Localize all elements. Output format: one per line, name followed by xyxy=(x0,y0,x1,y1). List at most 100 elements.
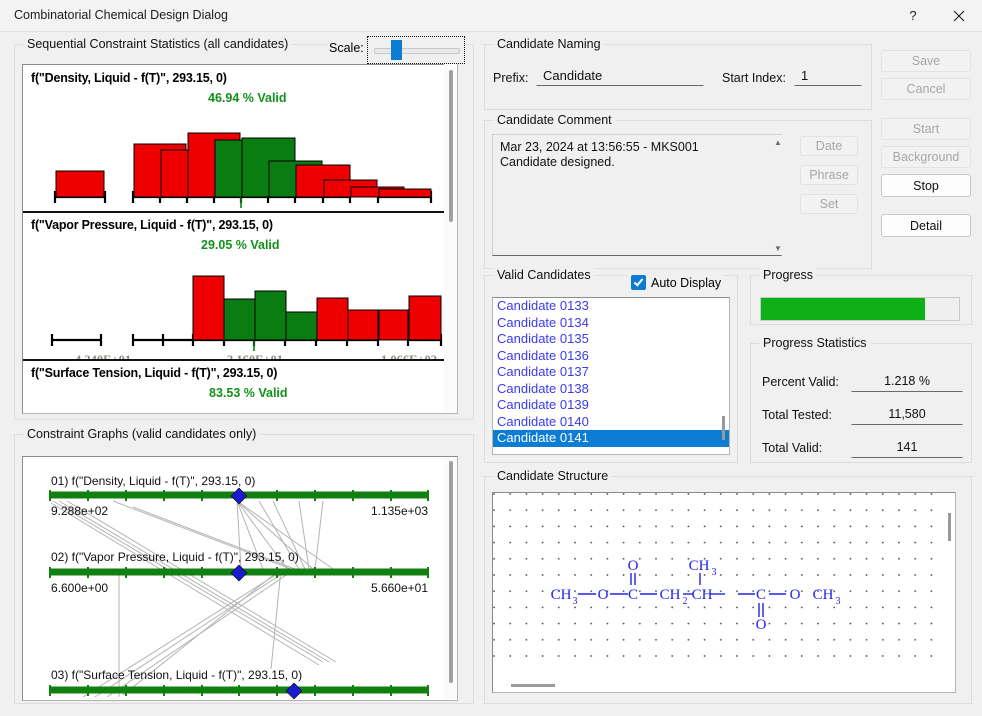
valid-candidates-legend: Valid Candidates xyxy=(493,268,595,282)
histogram-density: f("Density, Liquid - f(T)", 293.15, 0) 4… xyxy=(23,65,457,213)
constraint-graphs-svg: 01) f("Density, Liquid - f(T)", 293.15, … xyxy=(49,474,429,700)
valid-candidates-list[interactable]: Candidate 0133 Candidate 0134 Candidate … xyxy=(492,297,730,455)
phrase-button[interactable]: Phrase xyxy=(800,165,858,185)
total-tested-value: 11,580 xyxy=(851,403,963,425)
list-item-selected[interactable]: Candidate 0141 xyxy=(493,430,729,447)
prefix-input[interactable]: Candidate xyxy=(536,64,704,86)
scroll-down-icon[interactable]: ▼ xyxy=(773,243,783,253)
histogram-vapor-svg: -4.340E+01 3.160E+01 1.066E+02 xyxy=(50,275,443,360)
histogram-title: f("Density, Liquid - f(T)", 293.15, 0) xyxy=(31,71,227,85)
list-item[interactable]: Candidate 0138 xyxy=(493,381,729,398)
progress-statistics-legend: Progress Statistics xyxy=(759,336,871,350)
scale-label: Scale: xyxy=(327,41,366,55)
histogram-valid-percent: 46.94 % Valid xyxy=(208,91,287,105)
checkbox-check-icon[interactable] xyxy=(631,275,646,290)
atom-subscript: 3 xyxy=(712,567,717,578)
candidate-structure-legend: Candidate Structure xyxy=(493,469,613,483)
comment-scrollbar[interactable]: ▲ ▼ xyxy=(772,135,784,255)
histogram-valid-percent: 83.53 % Valid xyxy=(209,386,288,400)
comment-line-2: Candidate designed. xyxy=(500,155,615,169)
constraint-graph-min: 9.288e+02 xyxy=(51,504,108,518)
constraint-graphs-scrollbar[interactable] xyxy=(444,457,457,699)
progress-legend: Progress xyxy=(759,268,818,282)
atom-label: C xyxy=(756,587,766,603)
percent-valid-value: 1.218 % xyxy=(851,370,963,392)
structure-horizontal-scroll-thumb[interactable] xyxy=(511,684,555,687)
progress-bar xyxy=(760,297,960,321)
constraint-graph-title: 02) f("Vapor Pressure, Liquid - f(T)", 2… xyxy=(51,550,299,564)
naming-group-legend: Candidate Naming xyxy=(493,37,605,51)
constraint-marker xyxy=(230,487,248,505)
help-button[interactable]: ? xyxy=(890,0,936,31)
list-item[interactable]: Candidate 0135 xyxy=(493,331,729,348)
start-index-input[interactable]: 1 xyxy=(794,64,862,86)
atom-label: O xyxy=(756,617,767,633)
title-bar: Combinatorial Chemical Design Dialog ? xyxy=(0,0,982,32)
auto-display-label: Auto Display xyxy=(651,275,722,290)
histogram-title: f("Vapor Pressure, Liquid - f(T)", 293.1… xyxy=(31,218,273,232)
question-mark-icon: ? xyxy=(909,8,917,23)
histogram-title: f("Surface Tension, Liquid - f(T)", 293.… xyxy=(31,366,278,380)
list-item[interactable]: Candidate 0139 xyxy=(493,397,729,414)
statistics-scrollbar-thumb[interactable] xyxy=(449,70,453,222)
atom-subscript: 3 xyxy=(573,596,578,607)
window-title: Combinatorial Chemical Design Dialog xyxy=(14,8,228,22)
close-icon xyxy=(953,10,965,21)
auto-display-checkbox[interactable]: Auto Display xyxy=(628,275,725,290)
list-item[interactable]: Candidate 0134 xyxy=(493,315,729,332)
scale-slider-track xyxy=(374,48,460,54)
histogram-vapor-pressure: f("Vapor Pressure, Liquid - f(T)", 293.1… xyxy=(23,213,457,361)
atom-label: O xyxy=(628,558,639,574)
atom-label: O xyxy=(790,587,801,603)
scale-slider-thumb[interactable] xyxy=(391,40,402,60)
candidate-structure-canvas[interactable]: CH 3 O C O CH 2 CH CH 3 C O O CH 3 xyxy=(492,492,956,693)
percent-valid-label: Percent Valid: xyxy=(762,375,839,389)
stop-button[interactable]: Stop xyxy=(881,174,971,197)
structure-vertical-scroll-thumb[interactable] xyxy=(948,513,951,541)
total-valid-value: 141 xyxy=(851,436,963,458)
atom-label: CH xyxy=(813,587,834,603)
save-button[interactable]: Save xyxy=(881,50,971,72)
constraint-graphs-area: 01) f("Density, Liquid - f(T)", 293.15, … xyxy=(22,456,458,701)
cancel-button[interactable]: Cancel xyxy=(881,78,971,100)
detail-button[interactable]: Detail xyxy=(881,214,971,237)
constraint-graphs-scrollbar-thumb[interactable] xyxy=(449,461,453,683)
comment-line-1: Mar 23, 2024 at 13:56:55 - MKS001 xyxy=(500,140,699,154)
constraint-graph-max: 1.135e+03 xyxy=(371,504,428,518)
histogram-valid-percent: 29.05 % Valid xyxy=(201,238,280,252)
list-item[interactable]: Candidate 0136 xyxy=(493,348,729,365)
histogram-density-svg: 7.224E+02 1.032E+03 1.342E+03 xyxy=(53,132,433,213)
atom-label: CH xyxy=(551,587,572,603)
histogram-surface-tension: f("Surface Tension, Liquid - f(T)", 293.… xyxy=(23,361,457,413)
stats-group-legend: Sequential Constraint Statistics (all ca… xyxy=(23,37,293,51)
total-valid-label: Total Valid: xyxy=(762,441,823,455)
constraint-graph-max: 5.660e+01 xyxy=(371,581,428,595)
prefix-label: Prefix: xyxy=(493,71,529,85)
statistics-scrollbar[interactable] xyxy=(444,64,457,412)
comment-group-legend: Candidate Comment xyxy=(493,113,616,127)
atom-subscript: 3 xyxy=(836,596,841,607)
molecule-svg: CH 3 O C O CH 2 CH CH 3 C O O CH 3 xyxy=(493,493,943,669)
constraint-marker xyxy=(230,564,248,582)
candidates-scrollbar-thumb[interactable] xyxy=(722,416,725,440)
start-index-label: Start Index: xyxy=(722,71,786,85)
list-item[interactable]: Candidate 0137 xyxy=(493,364,729,381)
constraint-graph-title: 01) f("Density, Liquid - f(T)", 293.15, … xyxy=(51,474,255,488)
close-button[interactable] xyxy=(936,0,982,31)
atom-label: CH xyxy=(660,587,681,603)
candidate-comment-textarea[interactable]: Mar 23, 2024 at 13:56:55 - MKS001 Candid… xyxy=(492,134,782,256)
atom-label: CH xyxy=(689,558,710,574)
set-button[interactable]: Set xyxy=(800,194,858,214)
atom-label: CH xyxy=(692,587,713,603)
scroll-up-icon[interactable]: ▲ xyxy=(773,137,783,147)
graphs-group-legend: Constraint Graphs (valid candidates only… xyxy=(23,427,261,441)
atom-label: C xyxy=(628,587,638,603)
date-button[interactable]: Date xyxy=(800,136,858,156)
total-tested-label: Total Tested: xyxy=(762,408,832,422)
list-item[interactable]: Candidate 0140 xyxy=(493,414,729,431)
start-button[interactable]: Start xyxy=(881,118,971,140)
scale-slider[interactable] xyxy=(367,36,465,64)
background-button[interactable]: Background xyxy=(881,146,971,168)
list-item[interactable]: Candidate 0133 xyxy=(493,298,729,315)
constraint-graph-min: 6.600e+00 xyxy=(51,581,108,595)
